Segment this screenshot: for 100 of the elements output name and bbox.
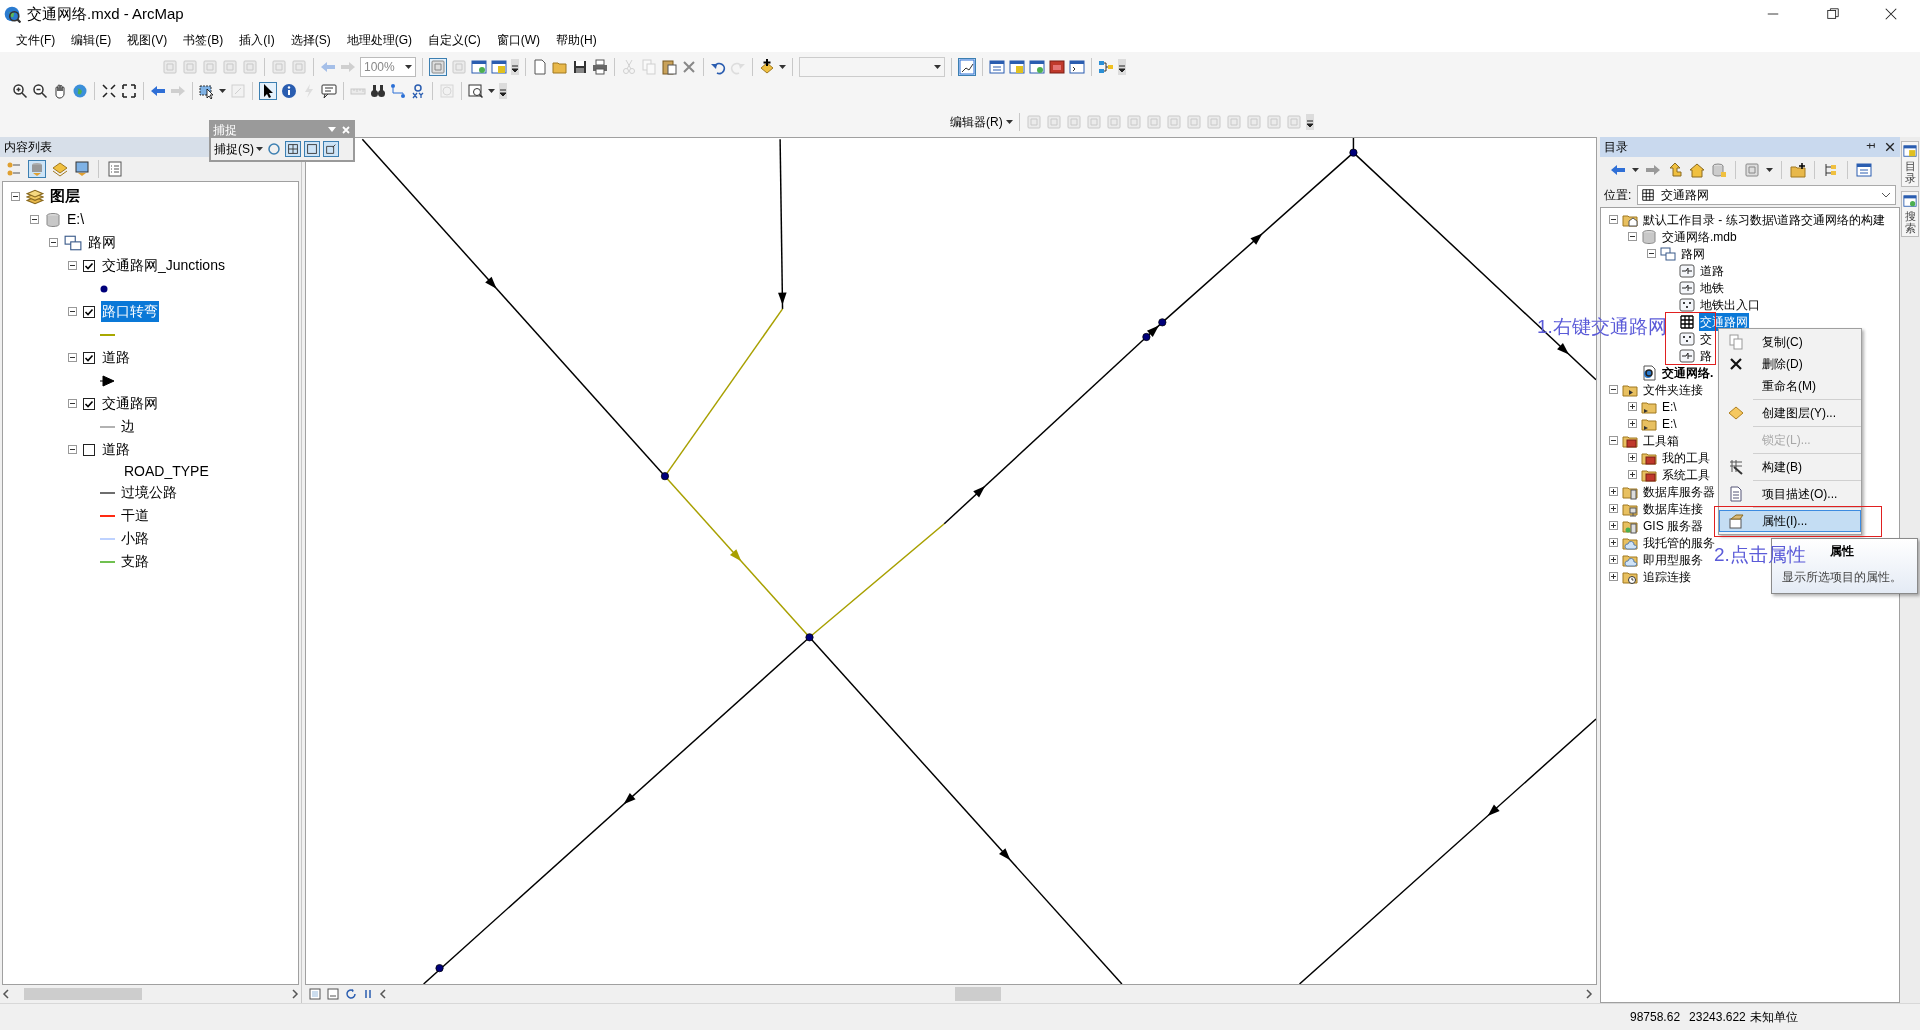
options-icon[interactable] [1856,162,1872,178]
checked-checkbox[interactable] [83,397,95,410]
fixed-zoom-in-icon[interactable] [101,83,117,99]
fixed-zoom-out-icon[interactable] [121,83,137,99]
editor-menu[interactable]: 编辑器(R) [950,112,1013,132]
expand-icon[interactable] [1609,521,1618,530]
collapse-icon[interactable] [1647,249,1656,258]
edge-snapping-icon[interactable] [305,142,319,156]
expand-icon[interactable] [1628,453,1637,462]
expand-icon[interactable] [1628,470,1637,479]
end-snapping-icon[interactable] [324,142,338,156]
expand-icon[interactable] [1609,487,1618,496]
expand-icon[interactable] [1609,555,1618,564]
collapse-icon[interactable] [68,307,77,316]
pause-icon[interactable] [363,988,373,1000]
context-menu-item[interactable]: 项目描述(O)... [1719,483,1861,505]
change-layout-icon[interactable] [471,59,487,75]
menu-item[interactable]: 文件(F) [10,29,62,51]
point-snapping-icon[interactable] [266,141,282,157]
catalog-item[interactable]: 即用型服务 [1642,550,1704,569]
layer-label[interactable]: 道路 [101,439,131,460]
collapse-icon[interactable] [1609,436,1618,445]
catalog-item[interactable]: 工具箱 [1642,431,1680,450]
context-menu-item[interactable]: 构建(B) [1719,456,1861,478]
close-icon[interactable] [1884,141,1896,153]
scroll-right-icon[interactable] [1585,989,1593,999]
caret-icon[interactable] [1005,119,1013,125]
caret-icon[interactable] [256,146,263,152]
tree-toggle-icon[interactable] [1823,162,1839,178]
catalog-item[interactable]: 路 [1699,346,1713,365]
list-by-visibility-icon[interactable] [52,161,68,177]
collapse-icon[interactable] [1609,385,1618,394]
catalog-item[interactable]: 交通网络.mdb [1661,227,1738,246]
menu-item[interactable]: 选择(S) [284,29,337,51]
catalog-item[interactable]: 数据库服务器 [1642,482,1716,501]
layer-label[interactable]: 交通路网 [101,393,159,414]
scrollbar-thumb[interactable] [24,988,142,1000]
home-icon[interactable] [1689,162,1705,178]
toolbar-overflow-icon[interactable] [499,83,507,99]
context-menu-item[interactable]: 创建图层(Y)... [1719,402,1861,424]
layout-view-icon[interactable] [309,988,321,1000]
data-view-icon[interactable] [327,988,339,1000]
route-icon[interactable] [390,83,406,99]
catalog-item[interactable]: 文件夹连接 [1642,380,1704,399]
collapse-icon[interactable] [1628,232,1637,241]
catalog-item[interactable]: GIS 服务器 [1642,516,1704,535]
snapping-menu[interactable]: 捕捉(S) [214,140,263,158]
catalog-item[interactable]: 数据库连接 [1642,499,1704,518]
menu-item[interactable]: 帮助(H) [550,29,603,51]
menu-item[interactable]: 编辑(E) [65,29,118,51]
catalog-item[interactable]: 系统工具 [1661,465,1711,484]
caret-icon[interactable] [1766,167,1773,173]
context-menu-item[interactable]: 重命名(M) [1719,375,1861,397]
table-window-icon[interactable] [989,59,1005,75]
catalog-item[interactable]: 默认工作目录 - 练习数据\道路交通网络的构建 [1642,210,1886,229]
connect-folder-icon[interactable] [1790,162,1806,178]
tree-label[interactable]: 图层 [50,185,80,208]
toolbar-overflow-icon[interactable] [1118,59,1126,75]
restore-icon[interactable] [1826,7,1840,21]
dock-tab[interactable]: 搜索 [1901,191,1919,238]
toolbar-overflow-icon[interactable] [1305,114,1314,130]
python-window-icon[interactable] [1069,59,1085,75]
layer-label[interactable]: 路口转弯 [101,301,159,322]
paste-icon[interactable] [661,59,677,75]
zoom-out-icon[interactable] [32,83,48,99]
collapse-icon[interactable] [49,238,58,247]
dock-tab[interactable]: 目录 [1901,141,1919,188]
list-by-selection-icon[interactable] [74,161,90,177]
collapse-icon[interactable] [30,215,39,224]
magnifier-icon[interactable] [468,83,484,99]
catalog-item[interactable]: 我的工具 [1661,448,1711,467]
select-features-icon[interactable] [199,83,215,99]
editor-toolbar-icon[interactable] [959,59,975,75]
context-menu-item[interactable]: 删除(D) [1719,353,1861,375]
checked-checkbox[interactable] [83,351,95,364]
catalog-item[interactable]: E:\ [1661,414,1678,433]
vertex-snapping-icon[interactable] [286,142,300,156]
menu-item[interactable]: 地理处理(G) [340,29,418,51]
refresh-icon[interactable] [345,988,357,1000]
popup-icon[interactable] [321,83,337,99]
tree-label[interactable]: 路网 [88,232,116,253]
catalog-item[interactable]: 追踪连接 [1642,567,1692,586]
expand-icon[interactable] [1609,538,1618,547]
location-dropdown[interactable]: 交通路网 [1637,185,1896,205]
back-icon[interactable] [1610,162,1626,178]
collapse-icon[interactable] [68,399,77,408]
menu-item[interactable]: 自定义(C) [422,29,487,51]
catalog-item[interactable]: 交 [1699,329,1713,348]
add-data-icon[interactable] [759,59,775,75]
catalog-window-icon[interactable] [1009,59,1025,75]
layer-label[interactable]: 交通路网_Junctions [101,255,226,276]
catalog-item[interactable]: 地铁 [1699,278,1725,297]
collapse-icon[interactable] [1609,215,1618,224]
toolbox-window-icon[interactable] [1049,59,1065,75]
scroll-right-icon[interactable] [291,989,299,999]
menu-item[interactable]: 窗口(W) [490,29,546,51]
scroll-left-icon[interactable] [379,989,387,999]
caret-icon[interactable] [405,64,412,70]
close-icon[interactable] [1884,7,1898,21]
expand-icon[interactable] [1609,504,1618,513]
